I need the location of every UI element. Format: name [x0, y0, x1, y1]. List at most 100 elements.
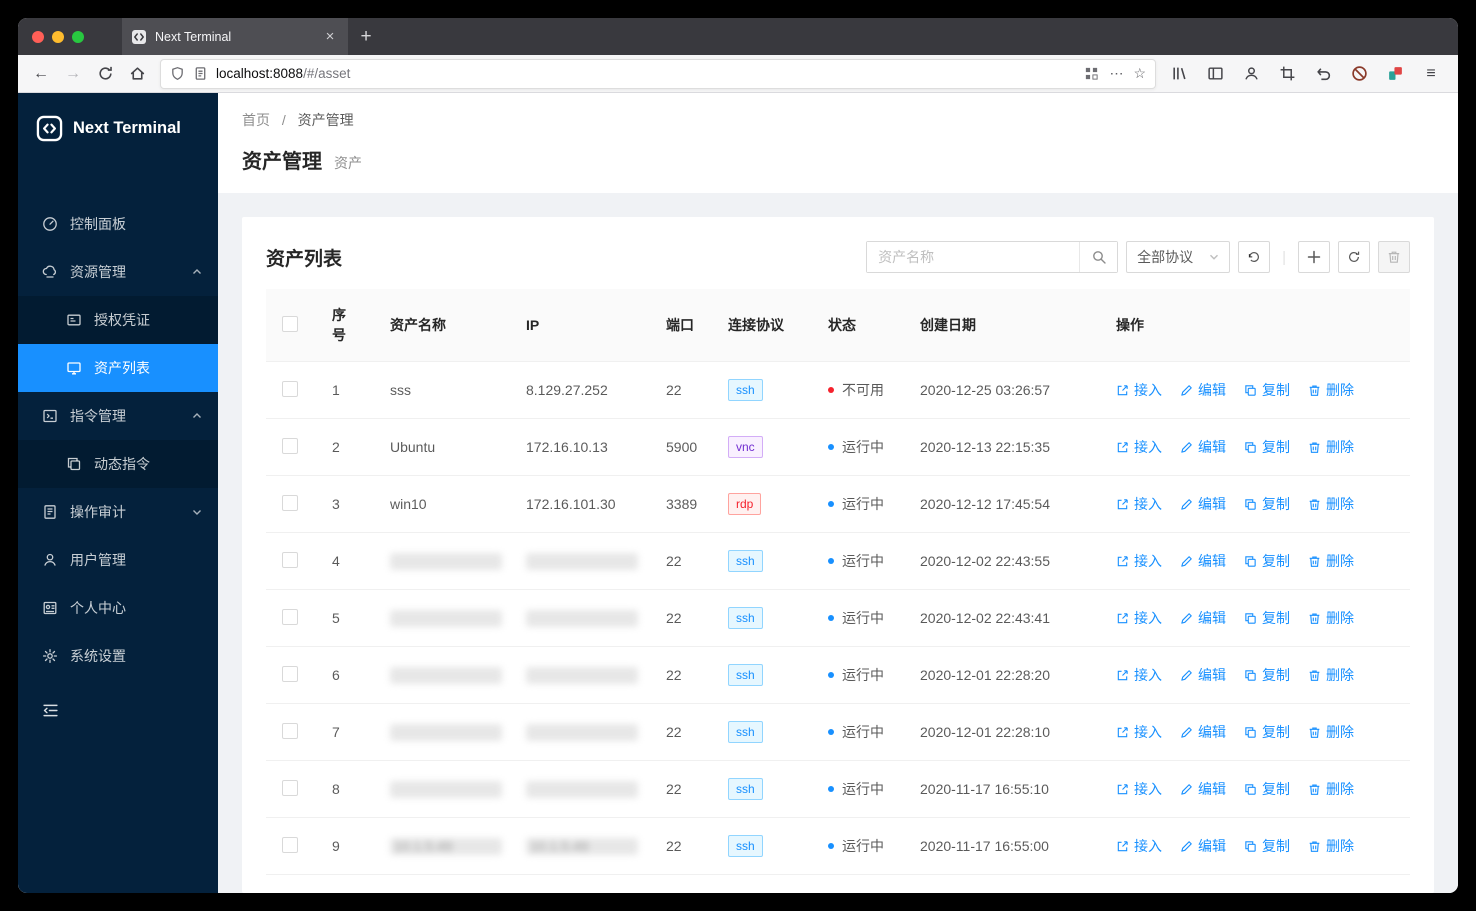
new-tab-button[interactable]: + [348, 18, 384, 55]
reload-button[interactable] [90, 60, 120, 88]
sidebar-item-profile[interactable]: 个人中心 [18, 584, 218, 632]
delete-action[interactable]: 删除 [1308, 779, 1354, 799]
back-button[interactable]: ← [26, 60, 56, 88]
row-checkbox[interactable] [282, 437, 298, 454]
sidebar-item-resources[interactable]: 资源管理 [18, 248, 218, 296]
delete-action[interactable]: 删除 [1308, 836, 1354, 856]
sidebar-collapse-button[interactable] [18, 686, 218, 740]
edit-action[interactable]: 编辑 [1180, 665, 1226, 685]
copy-action[interactable]: 复制 [1244, 836, 1290, 856]
status-dot [828, 558, 834, 564]
row-checkbox[interactable] [282, 836, 298, 853]
add-asset-button[interactable] [1298, 241, 1330, 273]
sidebar-item-dashboard[interactable]: 控制面板 [18, 200, 218, 248]
forward-button[interactable]: → [58, 60, 88, 88]
connect-action[interactable]: 接入 [1116, 665, 1162, 685]
delete-action[interactable]: 删除 [1308, 608, 1354, 628]
status-text: 运行中 [842, 724, 884, 740]
edit-action[interactable]: 编辑 [1180, 494, 1226, 514]
sidebar-item-users[interactable]: 用户管理 [18, 536, 218, 584]
trash-icon [1309, 441, 1320, 453]
row-checkbox[interactable] [282, 665, 298, 682]
column-header-status: 状态 [812, 289, 904, 362]
copy-action[interactable]: 复制 [1244, 665, 1290, 685]
edit-action[interactable]: 编辑 [1180, 380, 1226, 400]
copy-icon [1245, 498, 1256, 510]
asset-name: sss [390, 382, 411, 398]
delete-action[interactable]: 删除 [1308, 437, 1354, 457]
copy-action[interactable]: 复制 [1244, 722, 1290, 742]
close-window-button[interactable] [32, 30, 44, 43]
bookmark-star-icon[interactable]: ☆ [1133, 65, 1146, 82]
sidebar-item-audit[interactable]: 操作审计 [18, 488, 218, 536]
connect-action[interactable]: 接入 [1116, 380, 1162, 400]
row-checkbox[interactable] [282, 494, 298, 511]
connect-action[interactable]: 接入 [1116, 779, 1162, 799]
connect-action[interactable]: 接入 [1116, 836, 1162, 856]
tab-close-icon[interactable]: × [321, 28, 339, 45]
row-checkbox[interactable] [282, 551, 298, 568]
extension-button[interactable] [1380, 60, 1410, 88]
edit-action[interactable]: 编辑 [1180, 551, 1226, 571]
row-checkbox[interactable] [282, 608, 298, 625]
page-actions-icon[interactable]: ⋯ [1109, 65, 1123, 82]
url-path: /#/asset [303, 66, 351, 81]
delete-action[interactable]: 删除 [1308, 494, 1354, 514]
home-button[interactable] [122, 60, 152, 88]
copy-action[interactable]: 复制 [1244, 551, 1290, 571]
row-checkbox[interactable] [282, 380, 298, 397]
account-button[interactable] [1236, 60, 1266, 88]
delete-selected-button[interactable] [1378, 241, 1410, 273]
sidebar-item-commands[interactable]: 指令管理 [18, 392, 218, 440]
edit-action[interactable]: 编辑 [1180, 722, 1226, 742]
minimize-window-button[interactable] [52, 30, 64, 43]
search-button[interactable] [1079, 242, 1118, 272]
sidebar-item-assets[interactable]: 资产列表 [18, 344, 218, 392]
connect-action[interactable]: 接入 [1116, 551, 1162, 571]
edit-action[interactable]: 编辑 [1180, 608, 1226, 628]
protocol-select[interactable]: 全部协议 [1126, 241, 1231, 273]
history-button[interactable] [1308, 60, 1338, 88]
copy-action[interactable]: 复制 [1244, 608, 1290, 628]
zoom-window-button[interactable] [72, 30, 84, 43]
sidebar-item-credentials[interactable]: 授权凭证 [18, 296, 218, 344]
copy-action[interactable]: 复制 [1244, 494, 1290, 514]
sidebar-toggle-button[interactable] [1200, 60, 1230, 88]
connect-action[interactable]: 接入 [1116, 608, 1162, 628]
delete-action[interactable]: 删除 [1308, 380, 1354, 400]
url-bar[interactable]: localhost:8088/#/asset ⋯ ☆ [160, 58, 1156, 89]
delete-action[interactable]: 删除 [1308, 665, 1354, 685]
edit-action[interactable]: 编辑 [1180, 779, 1226, 799]
row-checkbox[interactable] [282, 722, 298, 739]
sidebar-item-dynamic-commands[interactable]: 动态指令 [18, 440, 218, 488]
screenshot-button[interactable] [1272, 60, 1302, 88]
refresh-button[interactable] [1338, 241, 1370, 273]
asset-name [390, 723, 502, 741]
content-blocker-button[interactable] [1344, 60, 1374, 88]
browser-tab[interactable]: Next Terminal × [122, 18, 348, 55]
delete-action[interactable]: 删除 [1308, 722, 1354, 742]
delete-action[interactable]: 删除 [1308, 551, 1354, 571]
select-all-checkbox[interactable] [282, 315, 298, 332]
asset-name [390, 780, 502, 798]
copy-action[interactable]: 复制 [1244, 779, 1290, 799]
connect-action[interactable]: 接入 [1116, 437, 1162, 457]
copy-action[interactable]: 复制 [1244, 380, 1290, 400]
app-logo[interactable]: Next Terminal [18, 93, 218, 160]
protocol-tag: ssh [728, 721, 763, 743]
trash-icon [1388, 251, 1400, 263]
app-menu-button[interactable]: ≡ [1416, 60, 1446, 88]
breadcrumb-home[interactable]: 首页 [242, 112, 270, 128]
edit-action[interactable]: 编辑 [1180, 437, 1226, 457]
library-button[interactable] [1164, 60, 1194, 88]
edit-action[interactable]: 编辑 [1180, 836, 1226, 856]
connect-icon [1117, 384, 1128, 395]
undo-button[interactable] [1238, 241, 1271, 273]
connect-action[interactable]: 接入 [1116, 722, 1162, 742]
row-checkbox[interactable] [282, 779, 298, 796]
sidebar-item-settings[interactable]: 系统设置 [18, 632, 218, 680]
connect-action[interactable]: 接入 [1116, 494, 1162, 514]
copy-action[interactable]: 复制 [1244, 437, 1290, 457]
search-input[interactable] [867, 242, 1080, 272]
highlights-icon[interactable] [1084, 66, 1099, 81]
